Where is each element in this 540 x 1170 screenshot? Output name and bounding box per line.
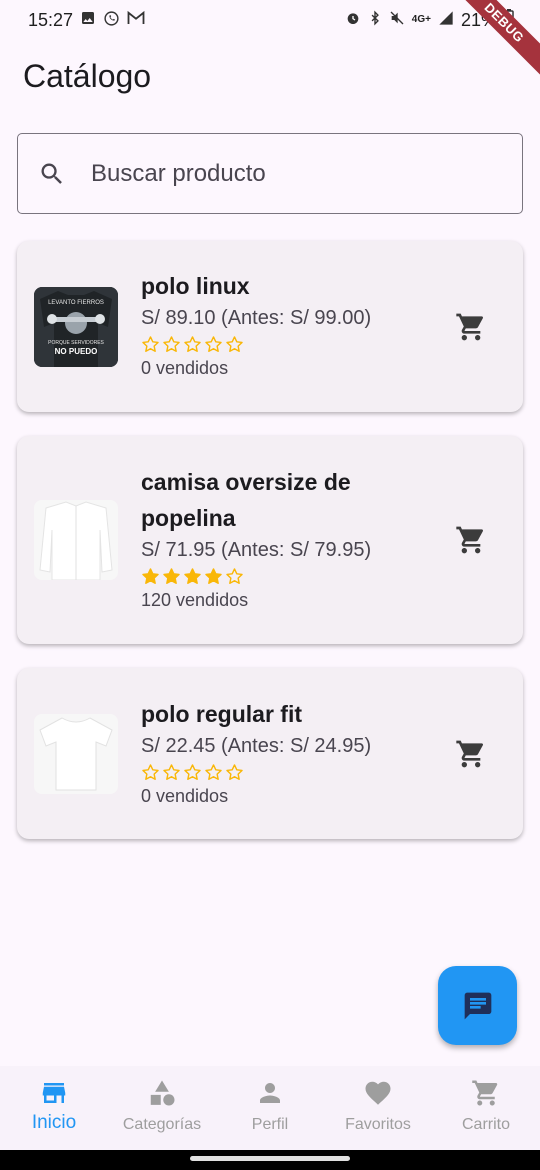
product-price: S/ 71.95 (Antes: S/ 79.95) bbox=[141, 539, 372, 561]
add-to-cart-icon[interactable] bbox=[455, 738, 487, 770]
nav-item-categorias[interactable]: Categorías bbox=[108, 1066, 216, 1150]
product-name: polo regular fit bbox=[141, 701, 302, 727]
home-gesture-handle[interactable] bbox=[190, 1156, 350, 1161]
nav-label-inicio: Inicio bbox=[31, 1112, 77, 1133]
product-sold: 0 vendidos bbox=[141, 358, 229, 378]
star-outline-icon bbox=[205, 335, 222, 352]
star-outline-icon bbox=[226, 763, 243, 780]
person-icon bbox=[260, 1083, 280, 1103]
star-outline-icon bbox=[226, 335, 243, 352]
cart-icon bbox=[472, 1080, 498, 1106]
category-icon bbox=[150, 1080, 175, 1106]
search-icon bbox=[41, 163, 62, 184]
print-line-2: PORQUE SERVIDORES bbox=[48, 340, 104, 346]
network-label: 4G+ bbox=[411, 14, 431, 25]
search-box[interactable] bbox=[17, 133, 523, 214]
product-info: camisa oversize de popelina S/ 71.95 (An… bbox=[141, 464, 423, 612]
white-tshirt-icon bbox=[34, 714, 118, 794]
store-icon bbox=[42, 1083, 66, 1103]
product-sold: 120 vendidos bbox=[141, 590, 249, 610]
nav-label-carrito: Carrito bbox=[461, 1116, 510, 1133]
product-card[interactable]: camisa oversize de popelina S/ 71.95 (An… bbox=[17, 436, 523, 644]
star-outline-icon bbox=[184, 763, 201, 780]
add-to-cart-icon[interactable] bbox=[455, 311, 487, 343]
star-rating bbox=[141, 564, 423, 588]
status-bar: 15:27 4G+ 21% bbox=[0, 0, 540, 40]
star-filled-icon bbox=[184, 567, 201, 584]
star-filled-icon bbox=[163, 567, 180, 584]
bluetooth-icon bbox=[368, 10, 382, 30]
status-left: 15:27 bbox=[28, 10, 145, 31]
gmail-icon bbox=[127, 10, 145, 30]
nav-item-carrito[interactable]: Carrito bbox=[432, 1066, 540, 1150]
status-time: 15:27 bbox=[28, 9, 74, 30]
product-card[interactable]: polo regular fit S/ 22.45 (Antes: S/ 24.… bbox=[17, 668, 523, 839]
product-image: LEVANTO FIERROS PORQUE SERVIDORES NO PUE… bbox=[34, 287, 118, 367]
nav-label-perfil: Perfil bbox=[251, 1116, 289, 1133]
product-sold: 0 vendidos bbox=[141, 786, 229, 806]
nav-item-perfil[interactable]: Perfil bbox=[216, 1066, 324, 1150]
page-title: Catálogo bbox=[23, 58, 152, 94]
alarm-icon bbox=[345, 10, 361, 30]
black-tshirt-icon: LEVANTO FIERROS PORQUE SERVIDORES NO PUE… bbox=[34, 287, 118, 367]
chat-button[interactable] bbox=[438, 966, 517, 1045]
star-outline-icon bbox=[205, 763, 222, 780]
add-to-cart-icon[interactable] bbox=[455, 524, 487, 556]
nav-item-inicio[interactable]: Inicio bbox=[0, 1066, 108, 1150]
star-filled-icon bbox=[205, 567, 222, 584]
search-input[interactable] bbox=[91, 159, 471, 188]
star-outline-icon bbox=[184, 335, 201, 352]
product-info: polo linux S/ 89.10 (Antes: S/ 99.00) 0 … bbox=[141, 268, 423, 380]
whatsapp-icon bbox=[103, 10, 120, 31]
star-outline-icon bbox=[142, 335, 159, 352]
star-rating bbox=[141, 760, 423, 784]
star-outline-icon bbox=[163, 763, 180, 780]
star-outline-icon bbox=[142, 763, 159, 780]
star-outline-icon bbox=[226, 567, 243, 584]
nav-item-favoritos[interactable]: Favoritos bbox=[324, 1066, 432, 1150]
heart-icon bbox=[365, 1081, 391, 1105]
bottom-nav: Inicio Categorías Perfil Favoritos Carri… bbox=[0, 1066, 540, 1150]
product-name: polo linux bbox=[141, 273, 250, 299]
nav-label-favoritos: Favoritos bbox=[345, 1116, 411, 1133]
gallery-icon bbox=[80, 10, 96, 30]
product-info: polo regular fit S/ 22.45 (Antes: S/ 24.… bbox=[141, 696, 423, 808]
star-rating bbox=[141, 332, 423, 356]
signal-icon bbox=[438, 10, 454, 30]
star-filled-icon bbox=[142, 567, 159, 584]
white-shirt-icon bbox=[34, 500, 118, 580]
star-outline-icon bbox=[163, 335, 180, 352]
product-image bbox=[34, 714, 118, 794]
product-card[interactable]: LEVANTO FIERROS PORQUE SERVIDORES NO PUE… bbox=[17, 241, 523, 412]
product-name: camisa oversize de popelina bbox=[141, 469, 351, 531]
mute-icon bbox=[389, 10, 405, 30]
chat-icon bbox=[464, 992, 491, 1019]
print-line-3: NO PUEDO bbox=[55, 347, 98, 356]
product-price: S/ 22.45 (Antes: S/ 24.95) bbox=[141, 735, 372, 757]
print-line-1: LEVANTO FIERROS bbox=[48, 300, 104, 306]
nav-label-categorias: Categorías bbox=[122, 1116, 202, 1133]
product-image bbox=[34, 500, 118, 580]
product-price: S/ 89.10 (Antes: S/ 99.00) bbox=[141, 307, 372, 329]
